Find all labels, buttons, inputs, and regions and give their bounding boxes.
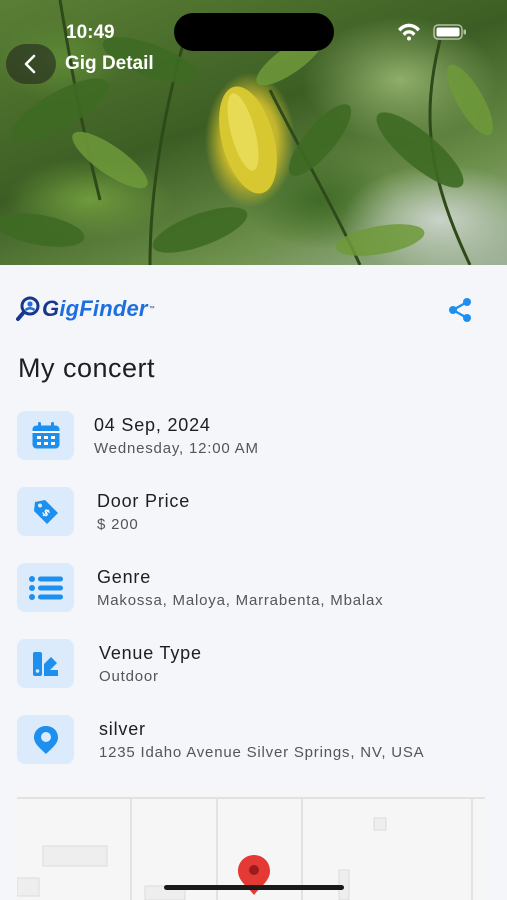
- detail-row-date: 04 Sep, 2024 Wednesday, 12:00 AM: [17, 411, 497, 461]
- list-icon: [28, 575, 63, 600]
- logo-text: GigFinder: [42, 296, 148, 321]
- venue-type-icon: [32, 651, 58, 676]
- door-price-label: Door Price: [97, 491, 191, 511]
- status-icons: [398, 23, 466, 41]
- location-pin-icon: [33, 725, 58, 754]
- gigfinder-logo: GigFinder ™: [16, 294, 155, 324]
- venue-address: 1235 Idaho Avenue Silver Springs, NV, US…: [99, 744, 425, 761]
- magnifier-person-icon: [16, 296, 40, 321]
- chevron-left-icon: [24, 54, 36, 74]
- battery-icon: [433, 24, 466, 40]
- share-icon[interactable]: [446, 296, 474, 324]
- nav-title: Gig Detail: [65, 53, 154, 74]
- door-price-value: $ 200: [97, 516, 139, 533]
- venue-name: silver: [99, 719, 146, 739]
- event-date: 04 Sep, 2024: [94, 415, 211, 435]
- dynamic-island: [174, 13, 334, 51]
- event-title: My concert: [18, 353, 156, 383]
- map-view[interactable]: [17, 790, 485, 900]
- event-day-time: Wednesday, 12:00 AM: [94, 440, 259, 457]
- calendar-icon: [32, 421, 59, 448]
- venue-type-value: Outdoor: [99, 668, 159, 685]
- status-time: 10:49: [66, 22, 115, 43]
- genre-value: Makossa, Maloya, Marrabenta, Mbalax: [97, 592, 384, 609]
- venue-type-label: Venue Type: [99, 643, 202, 663]
- trademark: ™: [148, 306, 155, 312]
- genre-label: Genre: [97, 567, 152, 587]
- detail-row-genre: Genre Makossa, Maloya, Marrabenta, Mbala…: [17, 563, 497, 613]
- detail-row-price: $ Door Price $ 200: [17, 487, 497, 537]
- detail-row-location: silver 1235 Idaho Avenue Silver Springs,…: [17, 715, 497, 765]
- detail-row-venue-type: Venue Type Outdoor: [17, 639, 497, 689]
- back-button[interactable]: [6, 44, 56, 84]
- home-indicator: [164, 885, 344, 890]
- price-tag-icon: $: [33, 499, 58, 524]
- wifi-icon: [398, 23, 420, 41]
